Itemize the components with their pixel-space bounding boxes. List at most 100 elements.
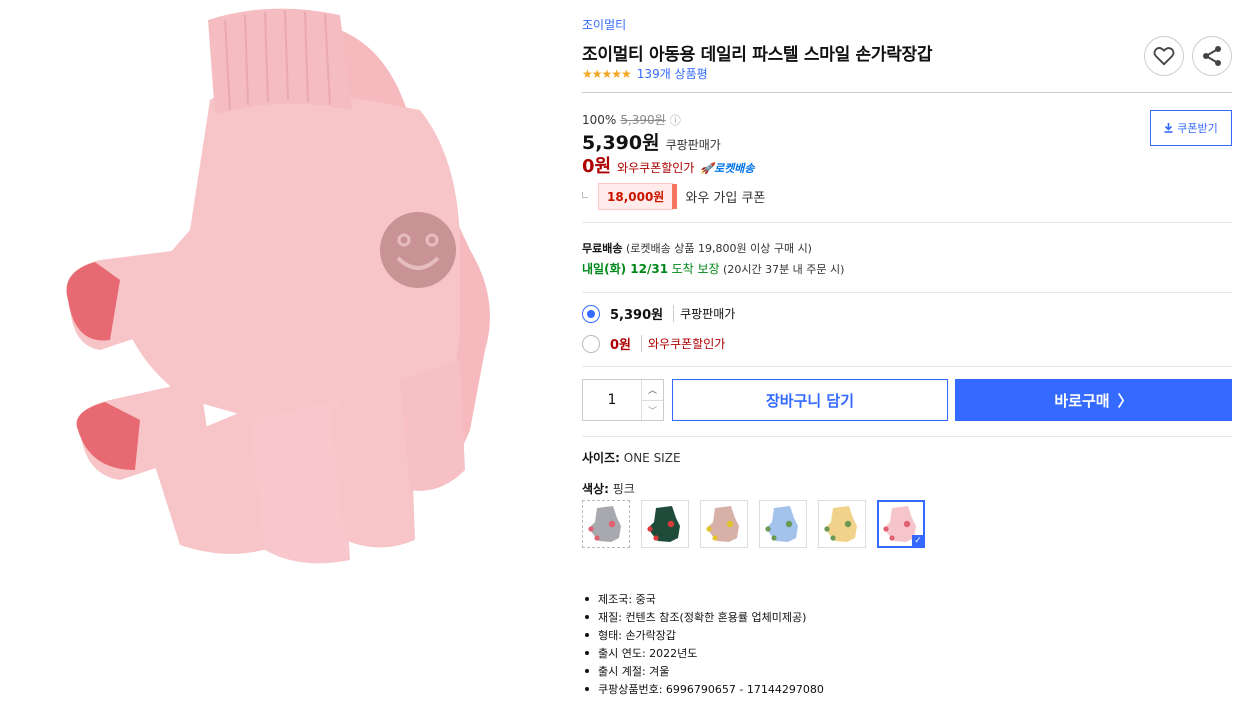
download-icon bbox=[1164, 123, 1173, 133]
brand-link[interactable]: 조이멀티 bbox=[582, 16, 626, 33]
spec-item: 형태: 손가락장갑 bbox=[582, 626, 824, 644]
option-divider bbox=[582, 366, 1232, 367]
review-count-link[interactable]: 139개 상품평 bbox=[637, 65, 708, 82]
add-to-cart-button[interactable]: 장바구니 담기 bbox=[672, 379, 948, 421]
option-amount: 0원 bbox=[610, 338, 632, 353]
member-coupon-label: 와우 가입 쿠폰 bbox=[685, 191, 766, 206]
option-label: 쿠팡판매가 bbox=[673, 305, 735, 322]
glove-tip bbox=[830, 535, 836, 541]
color-value: 핑크 bbox=[612, 482, 635, 496]
buy-now-label: 바로구매 bbox=[1054, 391, 1110, 410]
sale-price: 5,390원 bbox=[582, 132, 660, 154]
glove-shape bbox=[589, 506, 621, 542]
free-shipping-label: 무료배송 bbox=[582, 242, 623, 255]
wow-price-label: 와우쿠폰할인가 bbox=[617, 161, 695, 175]
price-divider bbox=[582, 222, 1232, 223]
glove-thumbnail bbox=[765, 506, 798, 542]
glove-thumbnail bbox=[588, 506, 621, 542]
glove-tip bbox=[824, 526, 830, 532]
sale-price-row: 5,390원 쿠팡판매가 bbox=[582, 128, 721, 155]
glove-tip bbox=[647, 526, 653, 532]
color-swatch[interactable] bbox=[818, 500, 866, 548]
color-row: 색상: 핑크 bbox=[582, 480, 635, 497]
coupon-download-button[interactable]: 쿠폰받기 bbox=[1150, 110, 1232, 146]
radio-regular-selected[interactable] bbox=[582, 304, 600, 323]
buy-now-button[interactable]: 바로구매 〉 bbox=[955, 379, 1232, 421]
discount-row: 100% 5,390원 ⓘ bbox=[582, 111, 681, 128]
member-coupon-row: 18,000원 와우 가입 쿠폰 bbox=[582, 183, 765, 210]
corner-icon bbox=[582, 191, 588, 198]
color-swatch[interactable] bbox=[641, 500, 689, 548]
glove-illustration bbox=[66, 8, 490, 564]
free-shipping-condition: (로켓배송 상품 19,800원 이상 구매 시) bbox=[625, 242, 812, 255]
spec-list: 제조국: 중국 재질: 컨텐츠 참조(정확한 혼용률 업체미제공) 형태: 손가… bbox=[582, 590, 824, 698]
quantity-stepper[interactable]: 1 ︿ ﹀ bbox=[582, 379, 664, 421]
rocket-delivery-badge: 🚀로켓배송 bbox=[700, 162, 755, 175]
color-swatch-list: ✓ bbox=[582, 500, 925, 548]
share-icon bbox=[1203, 46, 1221, 66]
sale-price-label: 쿠팡판매가 bbox=[665, 138, 721, 152]
glove-shape bbox=[766, 506, 798, 542]
smiley-badge bbox=[726, 520, 734, 528]
color-swatch[interactable] bbox=[582, 500, 630, 548]
smiley-badge bbox=[903, 520, 911, 528]
product-image[interactable] bbox=[0, 0, 575, 713]
option-label: 와우쿠폰할인가 bbox=[641, 335, 725, 352]
spec-item: 재질: 컨텐츠 참조(정확한 혼용률 업체미제공) bbox=[582, 608, 824, 626]
star-rating: ★★★★★ bbox=[582, 66, 632, 81]
glove-tip bbox=[588, 526, 594, 532]
spec-item: 출시 계절: 겨울 bbox=[582, 662, 824, 680]
chevron-right-icon: 〉 bbox=[1117, 391, 1133, 410]
glove-tip bbox=[765, 526, 771, 532]
glove-tip bbox=[712, 535, 718, 541]
share-button[interactable] bbox=[1192, 36, 1232, 76]
color-swatch[interactable] bbox=[700, 500, 748, 548]
glove-shape bbox=[707, 506, 739, 542]
spec-item: 출시 연도: 2022년도 bbox=[582, 644, 824, 662]
smiley-badge bbox=[785, 520, 793, 528]
coupon-button-label: 쿠폰받기 bbox=[1177, 122, 1218, 135]
glove-thumbnail bbox=[824, 506, 857, 542]
free-shipping-row: 무료배송 (로켓배송 상품 19,800원 이상 구매 시) bbox=[582, 240, 812, 256]
size-value: ONE SIZE bbox=[623, 451, 681, 465]
quantity-down-icon[interactable]: ﹀ bbox=[642, 401, 663, 421]
size-label: 사이즈: bbox=[582, 451, 620, 465]
shipping-divider bbox=[582, 292, 1232, 293]
radio-wow[interactable] bbox=[582, 334, 600, 353]
glove-tip bbox=[594, 535, 600, 541]
title-divider bbox=[582, 92, 1232, 93]
glove-tip bbox=[706, 526, 712, 532]
discount-rate: 100% bbox=[582, 113, 617, 127]
color-swatch[interactable]: ✓ bbox=[877, 500, 925, 548]
order-deadline: (20시간 37분 내 주문 시) bbox=[723, 263, 845, 276]
wow-price-row: 0원 와우쿠폰할인가 🚀로켓배송 bbox=[582, 152, 755, 178]
product-title: 조이멀티 아동용 데일리 파스텔 스마일 손가락장갑 bbox=[582, 45, 933, 65]
glove-tip bbox=[771, 535, 777, 541]
arrival-guarantee: 도착 보장 bbox=[671, 262, 720, 276]
purchase-divider bbox=[582, 436, 1232, 437]
size-row: 사이즈: ONE SIZE bbox=[582, 449, 681, 466]
spec-item: 쿠팡상품번호: 6996790657 - 17144297080 bbox=[582, 680, 824, 698]
glove-thumbnail bbox=[706, 506, 739, 542]
glove-tip bbox=[883, 526, 889, 532]
smiley-badge bbox=[667, 520, 675, 528]
rating-row[interactable]: ★★★★★ 139개 상품평 bbox=[582, 65, 708, 82]
glove-shape bbox=[648, 506, 680, 542]
quantity-input[interactable]: 1 bbox=[583, 380, 641, 420]
member-coupon-amount: 18,000원 bbox=[598, 183, 678, 210]
arrival-date: 내일(화) 12/31 bbox=[582, 262, 669, 276]
glove-tip bbox=[889, 535, 895, 541]
heart-icon bbox=[1153, 47, 1175, 66]
spec-item: 제조국: 중국 bbox=[582, 590, 824, 608]
color-label: 색상: bbox=[582, 482, 609, 496]
wow-price: 0원 bbox=[582, 156, 612, 177]
color-swatch[interactable] bbox=[759, 500, 807, 548]
smiley-badge bbox=[844, 520, 852, 528]
price-option-regular[interactable]: 5,390원 쿠팡판매가 bbox=[582, 304, 735, 323]
check-icon: ✓ bbox=[912, 535, 924, 547]
glove-thumbnail bbox=[647, 506, 680, 542]
quantity-up-icon[interactable]: ︿ bbox=[642, 380, 663, 401]
wishlist-button[interactable] bbox=[1144, 36, 1184, 76]
price-option-wow[interactable]: 0원 와우쿠폰할인가 bbox=[582, 334, 725, 353]
info-icon[interactable]: ⓘ bbox=[670, 114, 681, 127]
